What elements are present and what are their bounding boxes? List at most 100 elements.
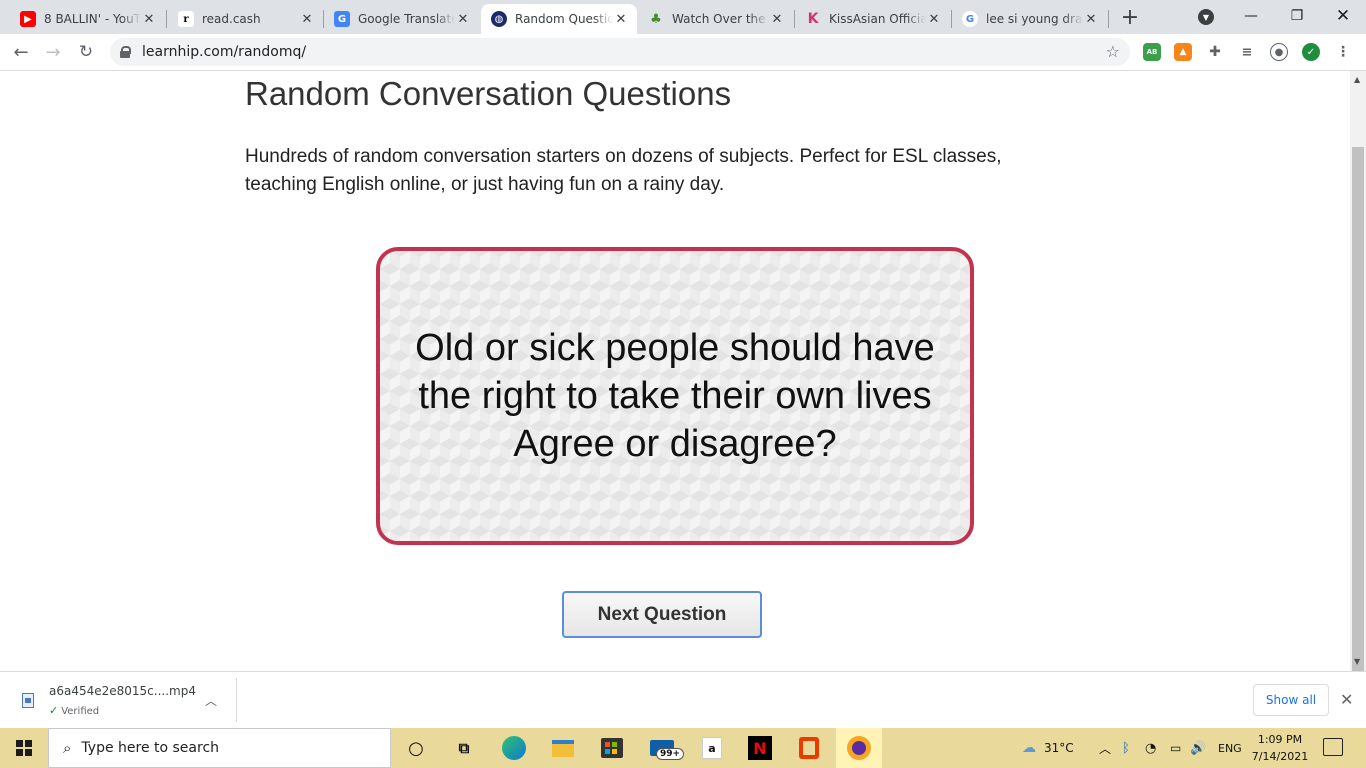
tab-separator [1108, 10, 1109, 28]
tab-google-search[interactable]: G lee si young drama ✕ [952, 4, 1107, 34]
youtube-icon: ▶ [20, 11, 36, 27]
profile-avatar-icon[interactable]: ● [1270, 43, 1288, 61]
store-icon[interactable] [598, 734, 626, 762]
tab-separator [166, 10, 167, 28]
restore-icon[interactable]: ❐ [1274, 0, 1320, 32]
close-tab-icon[interactable]: ✕ [1083, 11, 1099, 27]
new-tab-icon[interactable]: + [1118, 5, 1142, 30]
close-tab-icon[interactable]: ✕ [926, 11, 942, 27]
tab-title: Watch Over the Moon [672, 12, 769, 26]
windows-taskbar: ⌕ Type here to search ○ ⧉ 99+ a N ☁ 31°C… [0, 728, 1366, 768]
taskbar-clock[interactable]: 1:09 PM 7/14/2021 [1247, 731, 1313, 765]
windows-logo-icon [16, 740, 32, 756]
globe-icon: ◍ [491, 11, 507, 27]
google-translate-icon: G [334, 11, 350, 27]
close-download-bar-icon[interactable]: ✕ [1340, 690, 1353, 709]
video-file-icon [22, 693, 34, 708]
minimize-icon[interactable]: — [1228, 0, 1274, 32]
netflix-icon[interactable]: N [746, 734, 774, 762]
close-window-icon[interactable]: ✕ [1320, 0, 1366, 32]
url-text: learnhip.com/randomq/ [142, 44, 307, 60]
scroll-down-icon[interactable]: ▼ [1354, 657, 1360, 666]
tab-title: lee si young drama [986, 12, 1083, 26]
tab-random-questions[interactable]: ◍ Random Questions ✕ [481, 4, 637, 34]
tab-title: read.cash [202, 12, 261, 26]
bookmark-star-icon[interactable]: ☆ [1106, 42, 1120, 61]
shield-extension-icon[interactable]: ✓ [1302, 43, 1320, 61]
lock-icon[interactable] [120, 46, 131, 58]
tab-google-translate[interactable]: G Google Translate ✕ [324, 4, 479, 34]
kissasian-icon: K [807, 11, 819, 27]
tab-title: 8 BALLIN' - YouTube [44, 12, 141, 26]
battery-icon[interactable]: ▭ [1170, 728, 1181, 768]
tab-watch-over-the-moon[interactable]: ♣ Watch Over the Moon ✕ [638, 4, 793, 34]
file-explorer-icon[interactable] [549, 734, 577, 762]
page-description: Hundreds of random conversation starters… [245, 146, 1002, 195]
mail-badge: 99+ [656, 748, 685, 760]
question-card: Old or sick people should have the right… [376, 247, 974, 545]
start-button[interactable] [0, 728, 48, 768]
language-indicator[interactable]: ENG [1218, 728, 1242, 768]
address-bar[interactable]: learnhip.com/randomq/ ☆ [110, 38, 1130, 66]
extensions-puzzle-icon[interactable]: ✚ [1206, 43, 1224, 61]
cortana-icon[interactable]: ○ [402, 734, 430, 762]
search-placeholder: Type here to search [81, 740, 220, 756]
tab-readcash[interactable]: r read.cash ✕ [168, 4, 323, 34]
weather-temperature: 31°C [1044, 741, 1074, 755]
close-tab-icon[interactable]: ✕ [769, 11, 785, 27]
download-status-text: Verified [61, 706, 100, 717]
metamask-extension-icon[interactable]: ▲ [1174, 43, 1192, 61]
close-tab-icon[interactable]: ✕ [455, 11, 471, 27]
weather-widget[interactable]: ☁ 31°C [1022, 728, 1074, 768]
tray-chevron-up-icon[interactable]: ︿ [1099, 728, 1111, 768]
adblock-extension-icon[interactable]: AB [1143, 43, 1161, 61]
scrollbar-thumb[interactable] [1352, 147, 1364, 677]
question-text: Old or sick people should have the right… [415, 327, 935, 465]
bluetooth-icon[interactable]: ᛒ [1122, 728, 1130, 768]
volume-icon[interactable]: 🔊 [1190, 728, 1206, 768]
back-icon[interactable]: ← [9, 40, 33, 64]
browser-app-icon[interactable] [836, 728, 882, 768]
tab-title: Random Questions [515, 12, 613, 26]
tab-title: KissAsian Official [829, 12, 926, 26]
notification-icon[interactable] [1323, 738, 1343, 756]
close-tab-icon[interactable]: ✕ [613, 11, 629, 27]
page-scrollbar[interactable]: ▲ ▼ [1350, 71, 1366, 677]
next-question-button[interactable]: Next Question [562, 591, 762, 638]
task-view-icon[interactable]: ⧉ [450, 734, 478, 762]
reload-icon[interactable]: ↻ [74, 40, 98, 64]
download-separator [236, 678, 237, 722]
readcash-icon: r [178, 11, 194, 27]
check-icon: ✓ [49, 704, 59, 717]
tab-search-icon[interactable]: ▼ [1198, 9, 1214, 25]
browser-toolbar: ← → ↻ learnhip.com/randomq/ ☆ AB ▲ ✚ ≡ ●… [0, 34, 1366, 71]
reading-list-icon[interactable]: ≡ [1238, 43, 1256, 61]
scroll-up-icon[interactable]: ▲ [1354, 75, 1360, 84]
download-status: ✓ Verified [49, 704, 99, 717]
close-tab-icon[interactable]: ✕ [141, 11, 157, 27]
wifi-icon[interactable]: ◔ [1145, 728, 1156, 768]
taskbar-search[interactable]: ⌕ Type here to search [48, 728, 391, 768]
mail-icon[interactable]: 99+ [648, 734, 685, 762]
close-tab-icon[interactable]: ✕ [299, 11, 315, 27]
google-icon: G [962, 11, 978, 27]
tab-youtube[interactable]: ▶ 8 BALLIN' - YouTube ✕ [10, 4, 165, 34]
forward-icon[interactable]: → [41, 40, 65, 64]
tab-strip: ▶ 8 BALLIN' - YouTube ✕ r read.cash ✕ G … [0, 0, 1366, 34]
chrome-menu-icon[interactable]: ⋮ [1334, 43, 1352, 61]
chevron-up-icon[interactable]: ︿ [205, 692, 217, 709]
page-viewport: Random Conversation Questions Hundreds o… [0, 71, 1350, 671]
tab-kissasian[interactable]: K KissAsian Official ✕ [795, 4, 950, 34]
show-all-button[interactable]: Show all [1253, 684, 1329, 716]
clock-date: 7/14/2021 [1251, 750, 1309, 763]
amazon-icon[interactable]: a [698, 734, 726, 762]
clock-time: 1:09 PM [1257, 733, 1303, 746]
page-title: Random Conversation Questions [245, 75, 732, 112]
search-icon: ⌕ [63, 739, 72, 757]
office-icon[interactable] [795, 734, 823, 762]
turtle-icon: ♣ [650, 11, 662, 27]
weather-cloud-icon: ☁ [1022, 740, 1036, 756]
download-file-name[interactable]: a6a454e2e8015c....mp4 [49, 684, 196, 698]
download-bar: a6a454e2e8015c....mp4 ✓ Verified ︿ Show a… [0, 671, 1366, 728]
edge-icon[interactable] [500, 734, 528, 762]
